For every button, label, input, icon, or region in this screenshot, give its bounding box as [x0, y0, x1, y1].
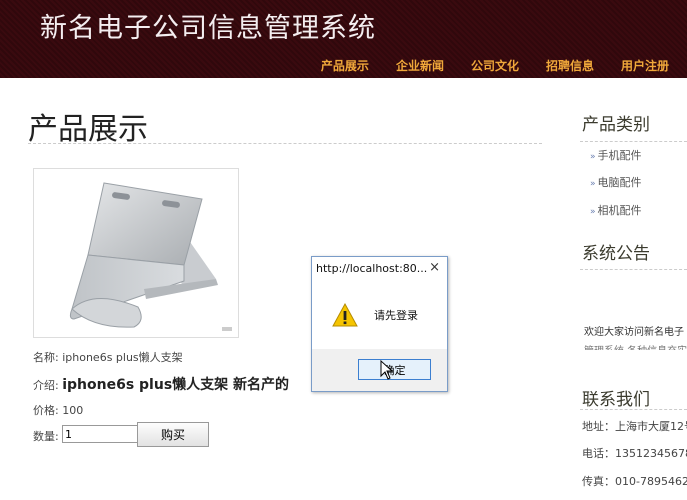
nav-item-jobs[interactable]: 招聘信息	[546, 57, 594, 74]
category-item-camera[interactable]: » 相机配件	[590, 202, 642, 218]
close-icon[interactable]: ×	[429, 260, 440, 275]
site-title: 新名电子公司信息管理系统	[40, 13, 376, 44]
arrow-bullet-icon: »	[590, 207, 596, 217]
category-item-phone[interactable]: » 手机配件	[590, 147, 642, 163]
page-title: 产品展示	[28, 112, 148, 147]
site-header: 新名电子公司信息管理系统 产品展示 企业新闻 公司文化 招聘信息 用户注册	[0, 0, 687, 78]
contact-address: 地址：上海市大厦12号	[582, 420, 687, 433]
contact-divider	[580, 409, 687, 410]
nav-item-news[interactable]: 企业新闻	[396, 57, 444, 74]
arrow-bullet-icon: »	[590, 179, 596, 189]
contact-fax: 传真：010-78954621	[582, 475, 687, 488]
nav-item-register[interactable]: 用户注册	[621, 57, 669, 74]
notice-text-continued: 管理系统 各种信息充实	[584, 342, 687, 350]
notice-text: 欢迎大家访问新名电子	[584, 327, 684, 338]
quantity-label: 数量:	[33, 430, 59, 443]
nav-item-culture[interactable]: 公司文化	[471, 57, 519, 74]
main-nav: 产品展示 企业新闻 公司文化 招聘信息 用户注册	[321, 57, 669, 74]
category-item-computer[interactable]: » 电脑配件	[590, 174, 642, 190]
dialog-title: http://localhost:80...	[316, 262, 428, 275]
mouse-cursor-icon	[380, 360, 394, 380]
contact-phone: 电话：13512345678	[582, 447, 687, 460]
title-divider	[28, 143, 542, 144]
buy-button[interactable]: 购买	[137, 422, 209, 447]
warning-icon	[332, 303, 358, 327]
categories-divider	[580, 141, 687, 142]
arrow-bullet-icon: »	[590, 152, 596, 162]
categories-heading: 产品类别	[582, 115, 650, 135]
nav-item-products[interactable]: 产品展示	[321, 57, 369, 74]
notice-heading: 系统公告	[582, 244, 650, 264]
quantity-input[interactable]	[62, 425, 138, 443]
contact-heading: 联系我们	[582, 390, 650, 410]
product-price: 价格: 100	[33, 404, 84, 417]
product-intro: 介绍: iphone6s plus懒人支架 新名产的	[33, 377, 290, 393]
phone-stand-image	[69, 182, 232, 331]
dialog-message: 请先登录	[374, 309, 418, 322]
product-image[interactable]	[33, 168, 239, 338]
product-name: 名称: iphone6s plus懒人支架	[33, 351, 183, 364]
notice-divider	[580, 269, 687, 270]
ok-button[interactable]: 确定	[358, 359, 431, 380]
